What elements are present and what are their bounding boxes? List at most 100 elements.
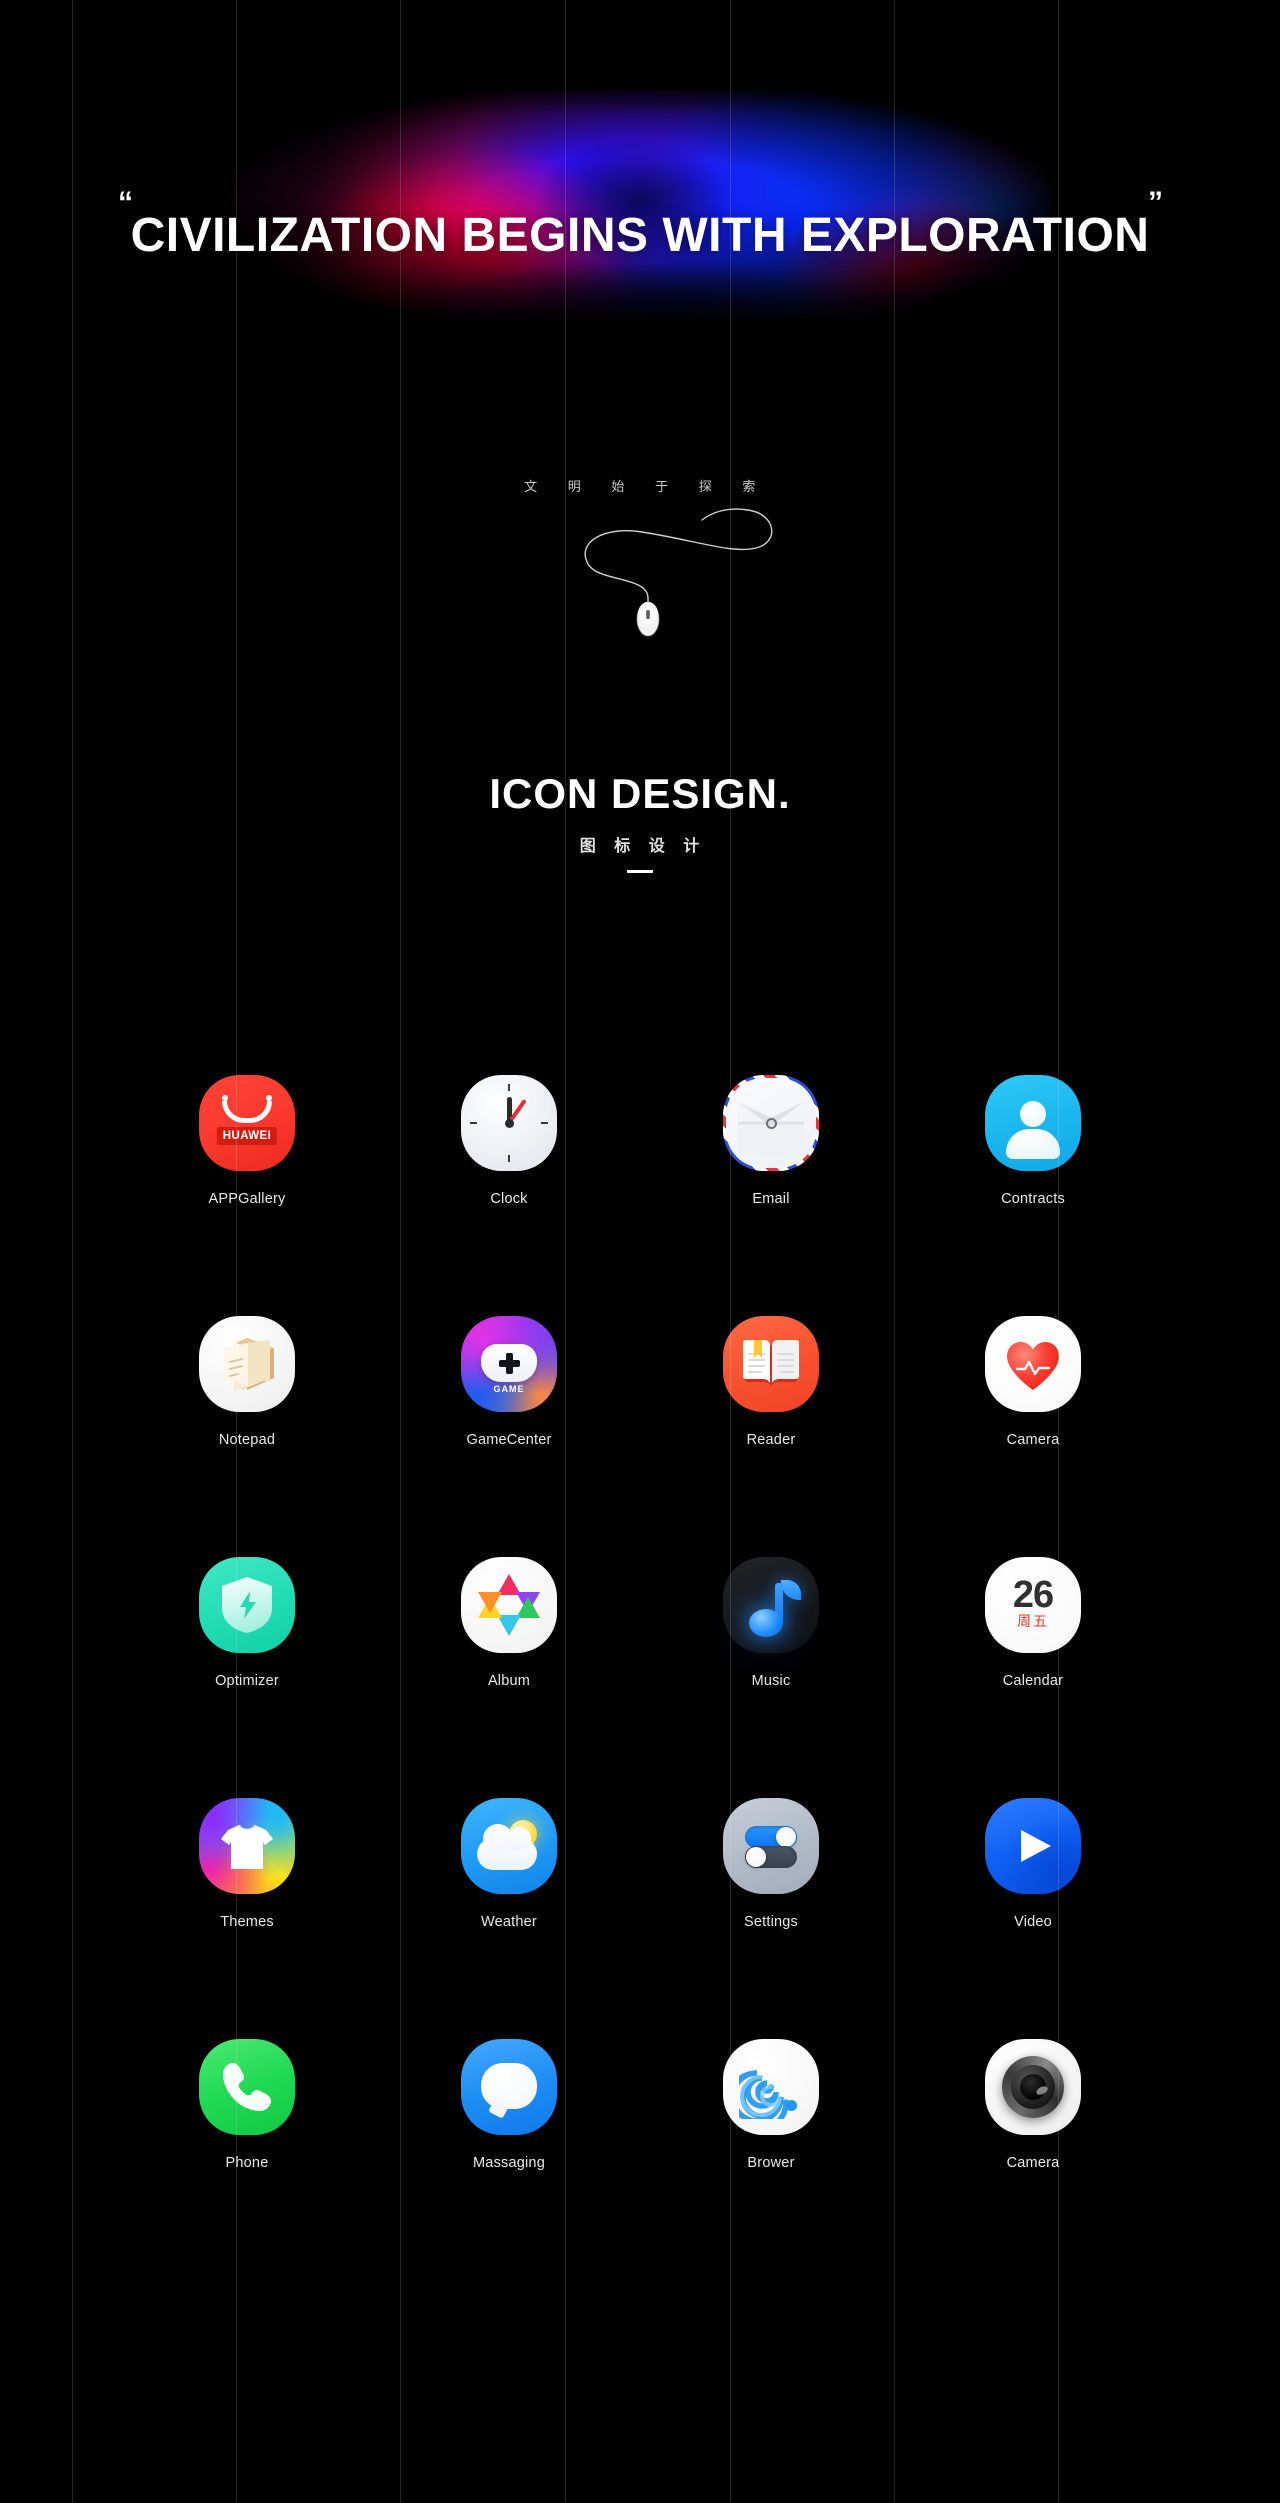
handset-shape bbox=[223, 2063, 271, 2111]
app-cell-calendar[interactable]: 26 周五 Calendar bbox=[902, 1557, 1164, 1689]
shield-bolt-icon[interactable] bbox=[199, 1557, 295, 1653]
toggle-switch-off bbox=[745, 1846, 797, 1868]
clock-tick-9 bbox=[470, 1121, 477, 1125]
toggle-knob bbox=[746, 1847, 766, 1867]
star-flower-icon[interactable] bbox=[461, 1557, 557, 1653]
calendar-weekday: 周五 bbox=[1017, 1613, 1049, 1629]
person-body-shape bbox=[1006, 1129, 1060, 1159]
phone-handset-icon[interactable] bbox=[199, 2039, 295, 2135]
app-cell-health[interactable]: Camera bbox=[902, 1316, 1164, 1448]
note-flag-shape bbox=[781, 1580, 801, 1600]
lens-highlight bbox=[1035, 2084, 1049, 2097]
section-sub-char: 计 bbox=[683, 838, 701, 855]
section-underline bbox=[627, 870, 653, 873]
app-cell-phone[interactable]: Phone bbox=[116, 2039, 378, 2171]
section-sub-char: 设 bbox=[648, 838, 666, 855]
app-cell-themes[interactable]: Themes bbox=[116, 1798, 378, 1930]
app-label: Music bbox=[751, 1673, 791, 1689]
app-label: Settings bbox=[744, 1914, 798, 1930]
app-cell-reader[interactable]: Reader bbox=[640, 1316, 902, 1448]
app-label: Album bbox=[487, 1673, 531, 1689]
play-triangle-shape bbox=[1021, 1830, 1051, 1862]
section-sub-char: 图 bbox=[579, 838, 597, 855]
color-star-shape bbox=[478, 1574, 540, 1636]
app-label: Brower bbox=[747, 2155, 795, 2171]
app-cell-weather[interactable]: Weather bbox=[378, 1798, 640, 1930]
app-cell-browser[interactable]: Brower bbox=[640, 2039, 902, 2171]
spiral-icon[interactable] bbox=[723, 2039, 819, 2135]
tshirt-shape bbox=[221, 1824, 273, 1869]
app-cell-camera[interactable]: Camera bbox=[902, 2039, 1164, 2171]
tshirt-icon[interactable] bbox=[199, 1798, 295, 1894]
lens-middle-ring bbox=[1011, 2065, 1055, 2109]
app-cell-appgallery[interactable]: HUAWEI APPGallery bbox=[116, 1075, 378, 1207]
app-cell-contracts[interactable]: Contracts bbox=[902, 1075, 1164, 1207]
hero-title: CIVILIZATION BEGINS WITH EXPLORATION bbox=[130, 209, 1150, 262]
app-label: APPGallery bbox=[208, 1191, 286, 1207]
contacts-icon[interactable] bbox=[985, 1075, 1081, 1171]
app-cell-settings[interactable]: Settings bbox=[640, 1798, 902, 1930]
gamepad-shape bbox=[481, 1344, 537, 1382]
clock-tick-6 bbox=[507, 1155, 511, 1162]
app-label: Camera bbox=[1006, 1432, 1060, 1448]
bag-handle-shape bbox=[222, 1095, 272, 1123]
section-subtitle-chinese: 图 标 设 计 bbox=[0, 832, 1280, 856]
hero-gradient-artwork bbox=[226, 88, 1054, 322]
cloud-shape bbox=[477, 1824, 537, 1870]
hero-banner: “ ” CIVILIZATION BEGINS WITH EXPLORATION bbox=[0, 0, 1280, 470]
app-label: Clock bbox=[490, 1191, 528, 1207]
lens-inner-glass bbox=[1020, 2074, 1049, 2100]
app-label: Contracts bbox=[1001, 1191, 1065, 1207]
toggle-knob bbox=[776, 1827, 796, 1847]
cloud-sun-icon[interactable] bbox=[461, 1798, 557, 1894]
calendar-icon[interactable]: 26 周五 bbox=[985, 1557, 1081, 1653]
clock-tick-12 bbox=[507, 1084, 511, 1091]
app-label: Phone bbox=[225, 2155, 269, 2171]
heart-pulse-icon[interactable] bbox=[985, 1316, 1081, 1412]
app-label: GameCenter bbox=[466, 1432, 552, 1448]
book-icon[interactable] bbox=[723, 1316, 819, 1412]
envelope-circle-mark bbox=[765, 1117, 777, 1129]
app-cell-email[interactable]: Email bbox=[640, 1075, 902, 1207]
section-sub-char: 标 bbox=[614, 838, 632, 855]
app-icon-grid: HUAWEI APPGallery Clock Email Contracts … bbox=[116, 1075, 1164, 2171]
huawei-wordmark: HUAWEI bbox=[216, 1127, 278, 1145]
camera-lens-icon[interactable] bbox=[985, 2039, 1081, 2135]
music-note-icon[interactable] bbox=[723, 1557, 819, 1653]
app-label: Themes bbox=[220, 1914, 274, 1930]
lightning-bolt-shape bbox=[240, 1591, 256, 1619]
clock-center-pin bbox=[504, 1118, 514, 1128]
game-badge-text: GAME bbox=[493, 1384, 525, 1394]
app-cell-album[interactable]: Album bbox=[378, 1557, 640, 1689]
app-label: Notepad bbox=[218, 1432, 276, 1448]
open-book-shape bbox=[743, 1340, 799, 1386]
gamepad-icon[interactable]: GAME bbox=[461, 1316, 557, 1412]
mouse-illustration bbox=[0, 490, 1280, 650]
play-icon[interactable] bbox=[985, 1798, 1081, 1894]
app-cell-clock[interactable]: Clock bbox=[378, 1075, 640, 1207]
stacked-pages-shape bbox=[224, 1338, 274, 1392]
section-title: ICON DESIGN. bbox=[489, 770, 791, 817]
app-cell-gamecenter[interactable]: GAME GameCenter bbox=[378, 1316, 640, 1448]
clock-icon[interactable] bbox=[461, 1075, 557, 1171]
appgallery-icon[interactable]: HUAWEI bbox=[199, 1075, 295, 1171]
mouse-cable-svg bbox=[584, 508, 773, 637]
app-cell-music[interactable]: Music bbox=[640, 1557, 902, 1689]
person-head-shape bbox=[1020, 1101, 1046, 1127]
email-icon[interactable] bbox=[723, 1075, 819, 1171]
app-cell-optimizer[interactable]: Optimizer bbox=[116, 1557, 378, 1689]
toggles-icon[interactable] bbox=[723, 1798, 819, 1894]
notepad-icon[interactable] bbox=[199, 1316, 295, 1412]
app-label: Weather bbox=[481, 1914, 537, 1930]
section-header: ICON DESIGN. 图 标 设 计 bbox=[0, 770, 1280, 873]
app-label: Video bbox=[1014, 1914, 1052, 1930]
app-cell-notepad[interactable]: Notepad bbox=[116, 1316, 378, 1448]
pulse-line-shape bbox=[1016, 1360, 1050, 1376]
app-cell-messaging[interactable]: Massaging bbox=[378, 2039, 640, 2171]
chat-bubble-icon[interactable] bbox=[461, 2039, 557, 2135]
app-label: Email bbox=[752, 1191, 790, 1207]
app-cell-video[interactable]: Video bbox=[902, 1798, 1164, 1930]
note-head-shape bbox=[749, 1609, 783, 1637]
app-label: Calendar bbox=[1002, 1673, 1064, 1689]
spiral-accent-dot bbox=[786, 2100, 797, 2111]
